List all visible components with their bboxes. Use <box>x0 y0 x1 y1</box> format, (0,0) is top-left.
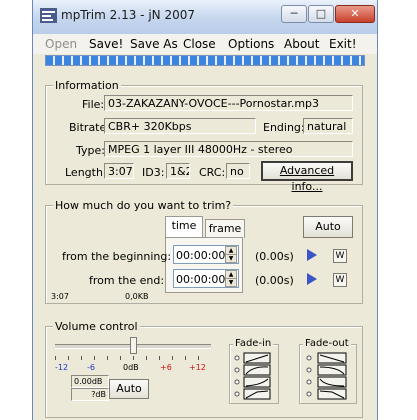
end-time-input[interactable]: 00:00:00 ▲ ▼ <box>173 269 239 288</box>
fade-in-curve-icons <box>243 352 271 400</box>
end-label: from the end: <box>89 274 165 287</box>
scale-minus-12: -12 <box>55 363 69 372</box>
file-field: 03-ZAKAZANY-OVOCE---Pornostar.mp3 <box>104 95 353 111</box>
begin-w-button[interactable]: W <box>333 249 347 263</box>
end-down-arrow-icon[interactable]: ▼ <box>225 278 237 287</box>
menu-close[interactable]: Close <box>183 37 216 51</box>
end-w-button[interactable]: W <box>333 273 347 287</box>
advanced-info-button[interactable]: Advanced info... <box>261 161 353 193</box>
menu-save-as[interactable]: Save As <box>130 37 178 51</box>
volume-slider-thumb[interactable] <box>130 337 137 354</box>
length-label: Length: <box>65 166 107 179</box>
ending-field: natural <box>303 118 353 134</box>
begin-label: from the beginning: <box>62 250 172 263</box>
information-group-label: Information <box>53 79 121 92</box>
close-icon: ✕ <box>350 7 360 20</box>
tab-time[interactable]: time <box>165 216 203 238</box>
length-field: 3:07 <box>104 163 134 179</box>
begin-time-value: 00:00:00 <box>176 249 226 262</box>
scale-plus-6: +6 <box>160 363 172 372</box>
bitrate-field: CBR+ 320Kbps <box>104 118 256 134</box>
id3-field: 1&2 <box>166 163 190 179</box>
window-title: mpTrim 2.13 - jN 2007 <box>61 8 195 22</box>
trim-auto-button[interactable]: Auto <box>303 216 353 238</box>
fade-out-options[interactable] <box>305 352 351 400</box>
fade-out-curve-icons <box>317 352 347 400</box>
end-time-value: 00:00:00 <box>176 273 226 286</box>
progress-bar <box>45 55 365 66</box>
fade-in-radio-icons <box>234 355 240 397</box>
minimize-button[interactable]: ─ <box>281 5 307 23</box>
trim-duration: 3:07 <box>51 292 69 301</box>
scale-zero: 0dB <box>123 363 139 372</box>
ending-label: Ending: <box>263 121 305 134</box>
maximize-button[interactable]: □ <box>308 5 334 23</box>
type-field: MPEG 1 layer III 48000Hz - stereo <box>104 141 353 157</box>
maximize-icon: □ <box>315 7 327 20</box>
volume-q-readout: ?dB <box>71 388 109 401</box>
begin-down-arrow-icon[interactable]: ▼ <box>225 254 237 263</box>
end-seconds: (0.00s) <box>255 274 294 287</box>
app-window: mpTrim 2.13 - jN 2007 ─ □ ✕ Open Save! S… <box>32 0 378 420</box>
trim-group-label: How much do you want to trim? <box>53 199 234 212</box>
menu-about[interactable]: About <box>284 37 319 51</box>
volume-group-label: Volume control <box>53 320 140 333</box>
menu-exit[interactable]: Exit! <box>329 37 357 51</box>
app-icon <box>40 8 57 23</box>
title-bar[interactable]: mpTrim 2.13 - jN 2007 ─ □ ✕ <box>33 0 377 34</box>
crc-label: CRC: <box>199 166 226 179</box>
file-label: File: <box>82 98 105 111</box>
close-window-button[interactable]: ✕ <box>335 5 375 23</box>
volume-auto-button[interactable]: Auto <box>109 379 149 399</box>
begin-seconds: (0.00s) <box>255 250 294 263</box>
volume-db-readout: 0.00dB <box>71 375 109 388</box>
minimize-icon: ─ <box>290 7 298 20</box>
fade-in-options[interactable] <box>233 352 275 400</box>
volume-ticks <box>55 356 211 360</box>
fade-out-label: Fade-out <box>303 338 351 349</box>
trim-size: 0,0KB <box>125 292 149 301</box>
menu-options[interactable]: Options <box>228 37 274 51</box>
tab-frame[interactable]: frame <box>205 219 245 238</box>
menu-save[interactable]: Save! <box>89 37 123 51</box>
menu-open[interactable]: Open <box>45 37 77 51</box>
begin-time-input[interactable]: 00:00:00 ▲ ▼ <box>173 245 239 264</box>
fade-in-label: Fade-in <box>233 338 274 349</box>
fade-out-radio-icons <box>306 355 312 397</box>
play-end-icon[interactable] <box>307 273 317 285</box>
type-label: Type: <box>76 144 105 157</box>
id3-label: ID3: <box>142 166 165 179</box>
crc-field: no <box>226 163 250 179</box>
scale-plus-12: +12 <box>189 363 206 372</box>
scale-minus-6: -6 <box>87 363 95 372</box>
play-begin-icon[interactable] <box>307 249 317 261</box>
